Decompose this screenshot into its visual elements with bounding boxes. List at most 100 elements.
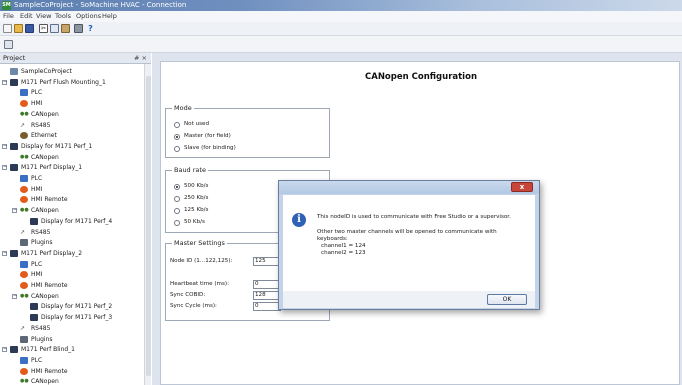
mode-group: Mode Not used Master (for field) Slave (… — [165, 104, 330, 158]
save-icon[interactable] — [25, 24, 34, 33]
open-icon[interactable] — [14, 24, 23, 33]
copy-icon[interactable] — [50, 24, 59, 33]
tree-item[interactable]: HMI — [0, 185, 143, 194]
paste-icon[interactable] — [61, 24, 70, 33]
tree-item-label: PLC — [31, 175, 43, 182]
new-icon[interactable] — [3, 24, 12, 33]
tree-item[interactable]: − Display for M171 Perf_1 — [0, 142, 143, 151]
menu-view[interactable]: View — [36, 12, 51, 21]
tree-item-label: M171 Perf Blind_1 — [21, 346, 75, 354]
tree-item-label: Display for M171 Perf_2 — [41, 303, 113, 311]
print-icon[interactable] — [74, 24, 83, 33]
radio-button[interactable] — [174, 208, 180, 214]
grid-icon[interactable] — [4, 40, 13, 49]
tree-item[interactable]: PLC — [0, 260, 143, 269]
dialog-body: i This nodeID is used to communicate wit… — [283, 195, 535, 291]
rs-icon: ↗ — [20, 324, 26, 332]
tree-item[interactable]: ↗ RS485 — [0, 324, 143, 333]
expand-toggle-icon[interactable]: − — [12, 208, 17, 214]
tree-item[interactable]: HMI — [0, 99, 143, 108]
tree-item[interactable]: Display for M171 Perf_3 — [0, 313, 143, 322]
tree-item[interactable]: HMI Remote — [0, 281, 143, 290]
sync-cobid-input[interactable]: 128 — [253, 291, 281, 300]
tree-item[interactable]: SampleCoProject — [0, 67, 143, 76]
device-icon — [30, 303, 38, 311]
menu-help[interactable]: Help — [102, 12, 117, 21]
radio-button[interactable] — [174, 146, 180, 152]
heartbeat-label: Heartbeat time (ms): — [170, 281, 229, 287]
tree-item[interactable]: HMI — [0, 270, 143, 279]
toolbar: ✂ ? — [0, 22, 682, 36]
tree-item-label: HMI Remote — [31, 196, 68, 204]
device-icon — [10, 78, 18, 86]
panel-header: Project # × — [0, 53, 151, 64]
ok-button[interactable]: OK — [487, 294, 527, 305]
menu-tools[interactable]: Tools — [55, 12, 71, 21]
tree-item[interactable]: − ●● CANopen — [0, 292, 143, 301]
tree-scrollbar[interactable] — [144, 64, 151, 385]
tree-item[interactable]: Ethernet — [0, 131, 143, 140]
menu-file[interactable]: File — [3, 12, 14, 21]
help-icon[interactable]: ? — [86, 24, 95, 33]
bus-icon: ●● — [20, 207, 29, 214]
tree-item[interactable]: PLC — [0, 88, 143, 97]
tree-item-label: M171 Perf Display_1 — [21, 164, 83, 172]
tree-item-label: HMI — [31, 185, 43, 193]
scroll-thumb[interactable] — [146, 76, 151, 376]
tree-item[interactable]: HMI Remote — [0, 367, 143, 376]
project-icon — [10, 68, 18, 75]
expand-toggle-icon[interactable]: − — [12, 293, 17, 299]
sync-cycle-input[interactable]: 0 — [253, 302, 281, 311]
tree-item[interactable]: ↗ RS485 — [0, 121, 143, 130]
tree-item[interactable]: − M171 Perf Blind_1 — [0, 345, 143, 354]
plc-icon — [20, 260, 28, 268]
tree-item[interactable]: ●● CANopen — [0, 153, 143, 162]
tree-item-label: PLC — [31, 89, 43, 97]
tree-item[interactable]: − ●● CANopen — [0, 206, 143, 215]
tree-item-label: HMI — [31, 100, 43, 108]
tree-item[interactable]: HMI Remote — [0, 195, 143, 204]
menu-options[interactable]: Options — [76, 12, 101, 21]
radio-button[interactable] — [174, 196, 180, 202]
device-icon — [30, 217, 38, 225]
radio-button-selected[interactable] — [174, 184, 180, 190]
tree-item-label: HMI Remote — [31, 282, 68, 289]
radio-button-selected[interactable] — [174, 134, 180, 140]
info-dialog: x i This nodeID is used to communicate w… — [278, 180, 540, 310]
panel-pin-close-buttons[interactable]: # × — [134, 54, 147, 63]
tree-item-label: RS485 — [31, 324, 51, 332]
expand-toggle-icon[interactable]: − — [2, 143, 7, 149]
node-id-input[interactable]: 125 — [253, 257, 281, 266]
hmi-icon — [20, 367, 28, 375]
tree-item[interactable]: Display for M171 Perf_4 — [0, 217, 143, 226]
tree-item[interactable]: ●● CANopen — [0, 110, 143, 119]
expand-toggle-icon[interactable]: − — [2, 79, 7, 85]
tree-item[interactable]: − M171 Perf Display_1 — [0, 163, 143, 172]
tree-item[interactable]: Plugins — [0, 335, 143, 344]
expand-toggle-icon[interactable]: − — [2, 250, 7, 256]
app-icon: SM — [2, 1, 11, 10]
tree-item-label: Display for M171 Perf_1 — [21, 142, 93, 150]
bus-icon: ●● — [20, 153, 29, 160]
heartbeat-input[interactable]: 0 — [253, 280, 281, 289]
dialog-close-button[interactable]: x — [511, 182, 533, 192]
bus-icon: ●● — [20, 292, 29, 299]
tree-item[interactable]: PLC — [0, 174, 143, 183]
device-icon — [10, 249, 18, 257]
tree-item[interactable]: − M171 Perf Display_2 — [0, 249, 143, 258]
tree-item[interactable]: ●● CANopen — [0, 377, 143, 385]
cut-icon[interactable]: ✂ — [39, 24, 48, 33]
radio-button[interactable] — [174, 122, 180, 128]
dialog-title-bar[interactable]: x — [279, 181, 539, 194]
tree-item[interactable]: ↗ RS485 — [0, 228, 143, 237]
menu-edit[interactable]: Edit — [20, 12, 33, 21]
tree-item[interactable]: Plugins — [0, 238, 143, 247]
tree-item[interactable]: Display for M171 Perf_2 — [0, 302, 143, 311]
expand-toggle-icon[interactable]: − — [2, 165, 7, 171]
tree-item-label: Plugins — [31, 239, 53, 247]
expand-toggle-icon[interactable]: − — [2, 347, 7, 353]
tree-item[interactable]: PLC — [0, 356, 143, 365]
radio-button[interactable] — [174, 220, 180, 226]
tree-item-label: HMI — [31, 271, 43, 279]
tree-item[interactable]: − M171 Perf Flush Mounting_1 — [0, 78, 143, 87]
